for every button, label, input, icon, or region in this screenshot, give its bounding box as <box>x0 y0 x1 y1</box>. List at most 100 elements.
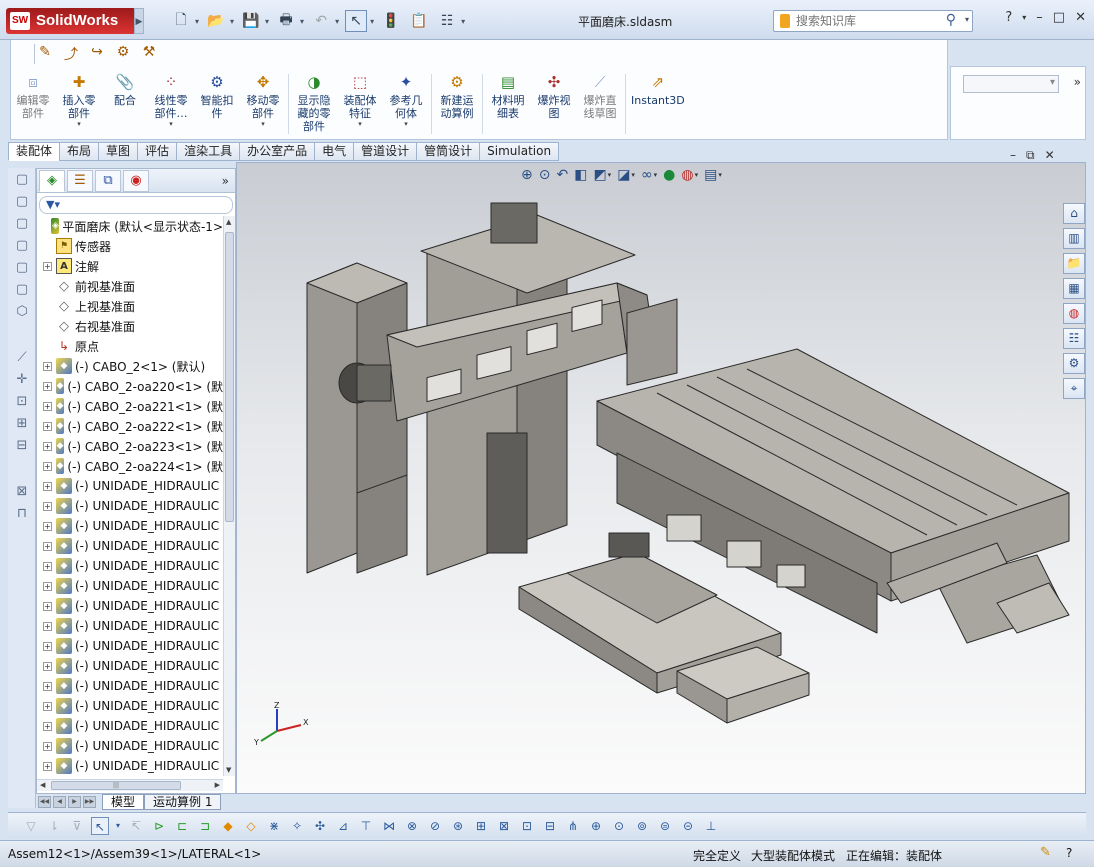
save-icon[interactable]: 💾 <box>240 10 262 32</box>
tree-item[interactable]: + ◆ (-) UNIDADE_HIDRAULIC <box>37 556 223 576</box>
tab-motion-study[interactable]: 运动算例 1 <box>144 794 222 810</box>
flyout-tool-3-icon[interactable]: ↪ <box>88 44 106 62</box>
tree-item[interactable]: + ◆ (-) UNIDADE_HIDRAULIC <box>37 676 223 696</box>
solidworks-resources-icon[interactable]: ⌂ <box>1063 203 1085 224</box>
tab-4[interactable]: 渲染工具 <box>176 142 240 161</box>
expand-toggle-icon[interactable]: + <box>43 381 52 391</box>
expand-toggle-icon[interactable]: + <box>43 521 52 531</box>
filter-tool-l-icon[interactable]: ⊡ <box>518 817 536 835</box>
view-left-icon[interactable]: ▢ <box>12 216 32 234</box>
expand-toggle-icon[interactable]: + <box>43 481 52 491</box>
tree-item[interactable]: ◇ 前视基准面 <box>37 276 223 296</box>
undo-dropdown-icon[interactable]: ▾ <box>335 17 339 26</box>
status-help[interactable]: ? <box>1066 846 1072 860</box>
tab-3[interactable]: 评估 <box>137 142 177 161</box>
ribbon-combo[interactable] <box>963 75 1059 93</box>
scroll-left-icon[interactable]: ◀ <box>40 781 45 789</box>
ribbon-dropdown-icon[interactable]: ▾ <box>169 120 173 129</box>
tree-item[interactable]: + ◆ (-) UNIDADE_HIDRAULIC <box>37 516 223 536</box>
select-tool-icon[interactable]: ↖ <box>91 816 109 835</box>
search-input[interactable] <box>796 13 946 29</box>
sketch-point-icon[interactable]: ✛ <box>12 372 32 390</box>
tree-item[interactable]: + ◆ (-) UNIDADE_HIDRAULIC <box>37 616 223 636</box>
tree-item[interactable]: + ◆ (-) UNIDADE_HIDRAULIC <box>37 736 223 756</box>
sketch-tool-1-icon[interactable]: ⊡ <box>12 394 32 412</box>
filter-tool-3-icon[interactable]: ⊽ <box>68 817 86 835</box>
tree-item[interactable]: + ◆ (-) CABO_2-oa223<1> (默 <box>37 436 223 456</box>
filter-tool-a-icon[interactable]: ⋇ <box>265 817 283 835</box>
expand-toggle-icon[interactable]: + <box>43 621 52 631</box>
expand-toggle-icon[interactable]: + <box>43 401 52 411</box>
tree-item[interactable]: + ◆ (-) CABO_2<1> (默认) <box>37 356 223 376</box>
expand-toggle-icon[interactable]: + <box>43 261 52 271</box>
tree-root[interactable]: ◈ 平面磨床 (默认<显示状态-1> <box>37 216 223 236</box>
tab-model[interactable]: 模型 <box>102 794 145 810</box>
tree-item[interactable]: ◇ 右视基准面 <box>37 316 223 336</box>
filter-tool-c-icon[interactable]: ✣ <box>311 817 329 835</box>
ribbon-button-show-hidden[interactable]: ◑ 显示隐 藏的零 部件 <box>291 70 337 138</box>
tree-item[interactable]: + ◆ (-) UNIDADE_HIDRAULIC <box>37 496 223 516</box>
ribbon-button-move-component[interactable]: ✥ 移动零 部件 ▾ <box>240 70 286 138</box>
next-tab-icon[interactable]: ▶ <box>68 796 81 808</box>
expand-toggle-icon[interactable]: + <box>43 641 52 651</box>
display-manager-tab-icon[interactable]: ◉ <box>123 169 149 192</box>
close-icon[interactable]: ✕ <box>1075 10 1086 25</box>
search-dropdown-icon[interactable]: ▾ <box>965 15 969 24</box>
filter-tool-b-icon[interactable]: ✧ <box>288 817 306 835</box>
tree-item[interactable]: + ◆ (-) UNIDADE_HIDRAULIC <box>37 656 223 676</box>
prev-tab-icon[interactable]: ◀ <box>53 796 66 808</box>
ribbon-button-instant3d[interactable]: ⇗ Instant3D <box>628 70 688 138</box>
doc-close-icon[interactable]: ✕ <box>1045 148 1055 163</box>
view-top-icon[interactable]: ▢ <box>12 260 32 278</box>
first-tab-icon[interactable]: ◀◀ <box>38 796 51 808</box>
ribbon-more-icon[interactable]: » <box>1074 75 1081 89</box>
new-document-icon[interactable]: 🗋 <box>170 10 192 32</box>
tree-item[interactable]: + A 注解 <box>37 256 223 276</box>
tab-8[interactable]: 管筒设计 <box>416 142 480 161</box>
options-dropdown-icon[interactable]: ▾ <box>461 17 465 26</box>
tree-item[interactable]: + ◆ (-) CABO_2-oa220<1> (默 <box>37 376 223 396</box>
minimize-icon[interactable]: – <box>1036 10 1043 25</box>
expand-toggle-icon[interactable]: + <box>43 441 52 451</box>
flyout-tool-1-icon[interactable]: ✎ <box>36 44 54 62</box>
select-dropdown-icon[interactable]: ▾ <box>370 17 374 26</box>
filter-tool-s-icon[interactable]: ⊝ <box>679 817 697 835</box>
design-library-icon[interactable]: ▥ <box>1063 228 1085 249</box>
ribbon-button-new-motion-study[interactable]: ⚙ 新建运 动算例 <box>434 70 480 138</box>
ribbon-button-mate[interactable]: 📎 配合 <box>102 70 148 138</box>
options-icon[interactable]: ☷ <box>436 10 458 32</box>
filter-tool-1-icon[interactable]: ▽ <box>22 817 40 835</box>
ribbon-dropdown-icon[interactable]: ▾ <box>77 120 81 129</box>
sketch-line-icon[interactable]: ⟋ <box>12 350 32 368</box>
ribbon-dropdown-icon[interactable]: ▾ <box>404 120 408 129</box>
scroll-down-icon[interactable]: ▼ <box>226 766 231 774</box>
filter-tool-n-icon[interactable]: ⋔ <box>564 817 582 835</box>
tab-2[interactable]: 草图 <box>98 142 138 161</box>
filter-tool-i-icon[interactable]: ⊛ <box>449 817 467 835</box>
ribbon-button-assembly-features[interactable]: ⬚ 装配体 特征 ▾ <box>337 70 383 138</box>
select-other-icon[interactable]: ↸ <box>127 817 145 835</box>
tree-item[interactable]: + ◆ (-) UNIDADE_HIDRAULIC <box>37 536 223 556</box>
tab-5[interactable]: 办公室产品 <box>239 142 315 161</box>
view-right-icon[interactable]: ▢ <box>12 238 32 256</box>
expand-toggle-icon[interactable]: + <box>43 501 52 511</box>
filter-tool-d-icon[interactable]: ⊿ <box>334 817 352 835</box>
property-manager-tab-icon[interactable]: ☰ <box>67 169 93 192</box>
tab-0[interactable]: 装配体 <box>8 142 60 161</box>
help-icon[interactable]: ? <box>1005 10 1012 25</box>
maximize-icon[interactable]: □ <box>1053 10 1065 25</box>
ribbon-button-exploded-view[interactable]: ✣ 爆炸视 图 <box>531 70 577 138</box>
select-dropdown-small-icon[interactable]: ▾ <box>114 817 122 835</box>
filter-tool-q-icon[interactable]: ⊚ <box>633 817 651 835</box>
filter-tool-p-icon[interactable]: ⊙ <box>610 817 628 835</box>
expand-toggle-icon[interactable]: + <box>43 761 52 771</box>
ribbon-button-insert-component[interactable]: ✚ 插入零 部件 ▾ <box>56 70 102 138</box>
ribbon-button-reference-geometry[interactable]: ✦ 参考几 何体 ▾ <box>383 70 429 138</box>
scroll-thumb[interactable] <box>225 232 234 522</box>
appearances-icon[interactable]: ◍ <box>1063 303 1085 324</box>
filter-tool-f-icon[interactable]: ⋈ <box>380 817 398 835</box>
expand-toggle-icon[interactable]: + <box>43 721 52 731</box>
doc-restore-icon[interactable]: ⧉ <box>1026 148 1035 163</box>
view-iso-icon[interactable]: ⬡ <box>12 304 32 322</box>
tab-6[interactable]: 电气 <box>314 142 354 161</box>
